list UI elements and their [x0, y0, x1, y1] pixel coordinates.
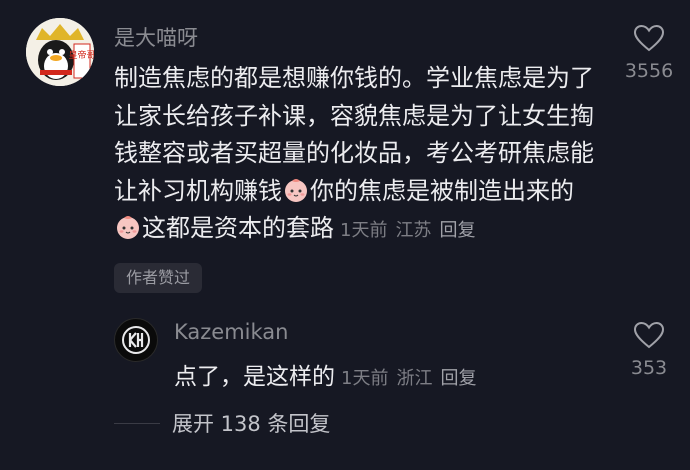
- reply-location: 浙江: [396, 368, 433, 389]
- comment-meta: 1天前 江苏 回复: [340, 220, 483, 241]
- expand-replies-label: 展开 138 条回复: [172, 412, 331, 436]
- reply-text: 点了，是这样的: [174, 364, 335, 390]
- comment-like-button[interactable]: 3556: [609, 24, 689, 82]
- heart-icon: [633, 24, 665, 52]
- kazemikan-logo-icon: [122, 326, 150, 354]
- expand-replies-button[interactable]: 展开 138 条回复: [114, 408, 330, 438]
- comment-location: 江苏: [395, 220, 432, 241]
- avatar-reply[interactable]: [114, 318, 158, 362]
- peach-face-icon: [283, 177, 309, 203]
- comment-body: 制造焦虑的都是想赚你钱的。学业焦虑是为了让家长给孩子补课，容貌焦虑是为了让女生掏…: [114, 60, 594, 250]
- reply-meta: 1天前 浙江 回复: [341, 368, 484, 389]
- reply-time: 1天前: [341, 368, 389, 389]
- reply-body: 点了，是这样的 1天前 浙江 回复: [174, 357, 484, 391]
- reply-like-button[interactable]: 353: [609, 321, 689, 379]
- comment-text-part-3: 这都是资本的套路: [142, 214, 334, 242]
- divider-line: [114, 422, 160, 424]
- reply-reply-button[interactable]: 回复: [440, 368, 476, 389]
- comment-username[interactable]: 是大喵呀: [114, 22, 198, 52]
- comment-time: 1天前: [340, 220, 388, 241]
- avatar-main[interactable]: 皇帝哥: [26, 18, 94, 86]
- reply-like-count: 353: [630, 357, 668, 379]
- author-liked-badge: 作者赞过: [114, 263, 203, 293]
- peach-face-icon: [115, 214, 141, 240]
- heart-icon: [633, 321, 665, 349]
- reply-username[interactable]: Kazemikan: [174, 320, 288, 344]
- avatar-caption: 皇帝哥: [68, 49, 94, 61]
- penguin-avatar-icon: 皇帝哥: [26, 18, 94, 86]
- comment-reply-button[interactable]: 回复: [439, 220, 475, 241]
- comment-like-count: 3556: [624, 60, 674, 82]
- comment-text-part-2: 你的焦虑是被制造出来的: [310, 176, 574, 205]
